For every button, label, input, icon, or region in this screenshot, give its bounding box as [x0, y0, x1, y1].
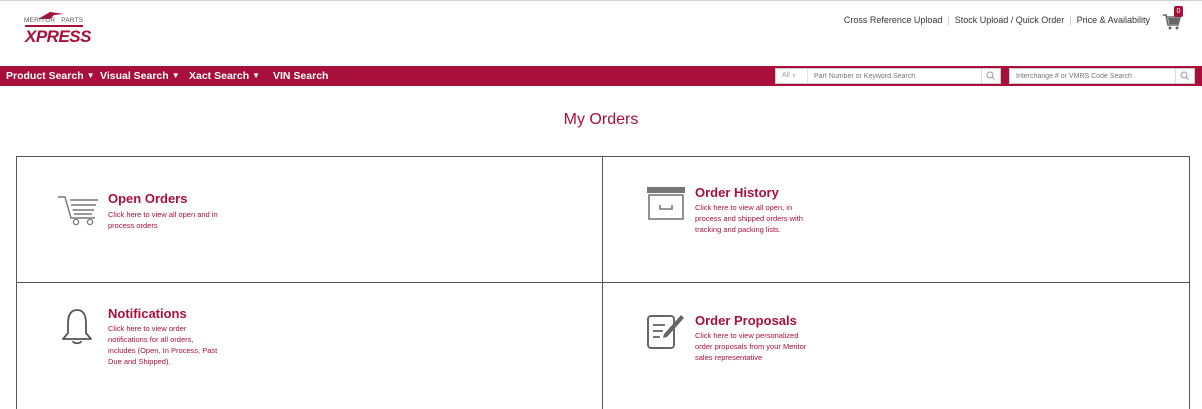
interchange-search-button[interactable] [1175, 69, 1194, 83]
nav-product-search[interactable]: Product Search ▼ [6, 66, 95, 86]
card-title: Order History [695, 185, 779, 200]
main-nav: Product Search ▼ Visual Search ▼ Xact Sear… [0, 66, 1202, 86]
notifications-card[interactable]: Notifications Click here to view order n… [60, 306, 360, 386]
bell-icon [62, 309, 92, 345]
edit-document-icon [647, 315, 684, 349]
interchange-search-input[interactable] [1016, 69, 1166, 83]
cart-count-badge: 0 [1174, 6, 1183, 17]
chevron-down-icon: ▼ [252, 71, 261, 80]
cross-reference-upload-link[interactable]: Cross Reference Upload [844, 15, 943, 25]
stock-upload-link[interactable]: Stock Upload / Quick Order [955, 15, 1065, 25]
header: MERITOR PARTS XPRESS Cross Reference Uplo… [0, 1, 1202, 66]
search-scope-select[interactable]: All ∨ [776, 69, 808, 83]
card-description: Click here to view all open, in process … [695, 203, 803, 234]
chevron-down-icon: ▼ [86, 71, 95, 80]
page-title: My Orders [563, 111, 639, 128]
search-icon [1180, 71, 1189, 80]
card-title: Open Orders [108, 191, 188, 206]
archive-box-icon [647, 187, 685, 220]
grid-horizontal-divider [16, 282, 1190, 283]
open-orders-card[interactable]: Open Orders Click here to view all open … [57, 190, 357, 250]
order-proposals-card[interactable]: Order Proposals Click here to view perso… [645, 313, 945, 383]
keyword-search-input[interactable] [814, 69, 964, 83]
cart-button[interactable]: 0 [1162, 6, 1188, 32]
interchange-search [1009, 68, 1195, 84]
cart-icon [58, 196, 98, 226]
keyword-search: All ∨ [775, 68, 1001, 84]
nav-visual-search[interactable]: Visual Search ▼ [100, 66, 180, 86]
chevron-down-icon: ∨ [791, 73, 797, 79]
chevron-down-icon: ▼ [171, 71, 180, 80]
price-availability-link[interactable]: Price & Availability [1077, 15, 1150, 25]
brand-logo[interactable]: MERITOR PARTS XPRESS [20, 11, 92, 49]
card-title: Notifications [108, 306, 187, 321]
nav-xact-search[interactable]: Xact Search ▼ [189, 66, 260, 86]
brand-top-right: PARTS [61, 17, 84, 24]
card-description: Click here to view all open and in proce… [108, 210, 218, 230]
card-title: Order Proposals [695, 313, 797, 328]
order-history-card[interactable]: Order History Click here to view all ope… [645, 184, 945, 254]
card-description: Click here to view order notifications f… [108, 324, 218, 366]
brand-top-left: MERITOR [24, 17, 56, 24]
card-description: Click here to view personalized order pr… [695, 331, 807, 362]
utility-links: Cross Reference Upload | Stock Upload / Qu… [843, 15, 1150, 25]
search-icon [986, 71, 995, 80]
nav-vin-search[interactable]: VIN Search [273, 66, 328, 86]
brand-wordmark: XPRESS [25, 27, 91, 46]
keyword-search-button[interactable] [981, 69, 1000, 83]
